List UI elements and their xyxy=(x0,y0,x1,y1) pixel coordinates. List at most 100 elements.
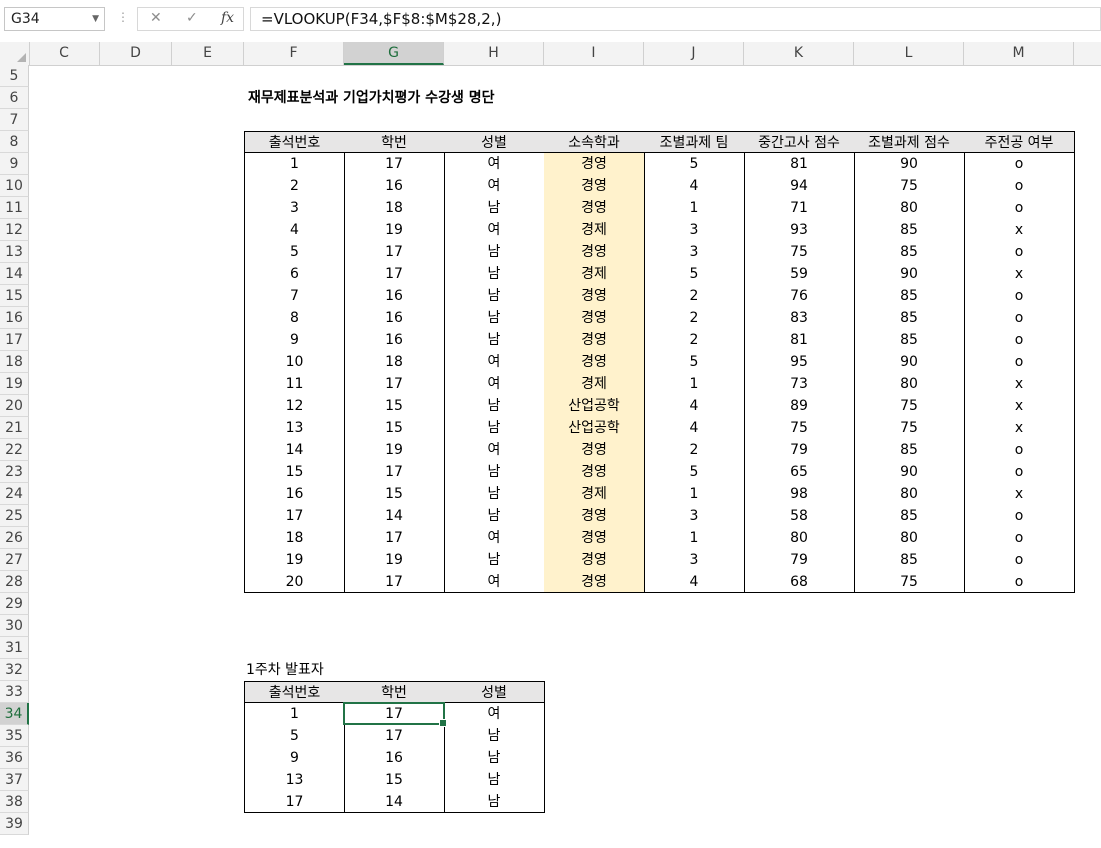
main-table-cell[interactable]: 90 xyxy=(854,351,965,373)
main-table-cell[interactable]: 90 xyxy=(854,263,965,285)
main-table-cell[interactable]: o xyxy=(964,241,1075,263)
row-header-33[interactable]: 33 xyxy=(0,681,29,703)
main-table-cell[interactable]: 94 xyxy=(744,175,855,197)
row-header-12[interactable]: 12 xyxy=(0,219,29,241)
main-table-cell[interactable]: 남 xyxy=(444,549,545,571)
sub-table-cell[interactable]: 15 xyxy=(344,769,445,791)
main-table-cell[interactable]: 59 xyxy=(744,263,855,285)
main-table-cell[interactable]: 1 xyxy=(644,373,745,395)
column-header-J[interactable]: J xyxy=(644,42,744,65)
main-table-cell[interactable]: 90 xyxy=(854,461,965,483)
main-table-cell[interactable]: o xyxy=(964,175,1075,197)
main-table-cell[interactable]: 1 xyxy=(244,153,345,175)
row-header-31[interactable]: 31 xyxy=(0,637,29,659)
main-table-cell[interactable]: 경제 xyxy=(544,219,645,241)
main-table-header-cell[interactable]: 조별과제 팀 xyxy=(644,131,745,153)
main-table-cell[interactable]: 15 xyxy=(344,483,445,505)
main-table-cell[interactable]: 16 xyxy=(344,329,445,351)
main-table-cell[interactable]: 80 xyxy=(744,527,855,549)
main-table-cell[interactable]: 18 xyxy=(344,351,445,373)
main-table-cell[interactable]: 16 xyxy=(344,175,445,197)
main-table-cell[interactable]: 11 xyxy=(244,373,345,395)
main-table-cell[interactable]: 15 xyxy=(344,417,445,439)
main-table-cell[interactable]: 경영 xyxy=(544,175,645,197)
sub-table-cell[interactable]: 5 xyxy=(244,725,345,747)
main-table-cell[interactable]: 9 xyxy=(244,329,345,351)
main-table-cell[interactable]: 18 xyxy=(344,197,445,219)
sub-table-cell[interactable]: 17 xyxy=(344,725,445,747)
main-table-cell[interactable]: o xyxy=(964,571,1075,593)
row-header-36[interactable]: 36 xyxy=(0,747,29,769)
main-table-cell[interactable]: 17 xyxy=(344,571,445,593)
sub-table-cell[interactable]: 13 xyxy=(244,769,345,791)
name-box[interactable]: G34 ▼ xyxy=(4,7,105,31)
main-table-cell[interactable]: 85 xyxy=(854,329,965,351)
main-table-cell[interactable]: o xyxy=(964,549,1075,571)
row-header-13[interactable]: 13 xyxy=(0,241,29,263)
row-header-37[interactable]: 37 xyxy=(0,769,29,791)
main-table-cell[interactable]: 83 xyxy=(744,307,855,329)
sub-table-cell[interactable]: 17 xyxy=(244,791,345,813)
row-header-18[interactable]: 18 xyxy=(0,351,29,373)
main-table-cell[interactable]: 남 xyxy=(444,285,545,307)
select-all-button[interactable] xyxy=(0,42,30,65)
main-table-cell[interactable]: 5 xyxy=(644,263,745,285)
main-table-cell[interactable]: 4 xyxy=(644,571,745,593)
main-table-cell[interactable]: o xyxy=(964,439,1075,461)
main-table-cell[interactable]: 10 xyxy=(244,351,345,373)
main-table-cell[interactable]: o xyxy=(964,197,1075,219)
main-table-cell[interactable]: 3 xyxy=(644,219,745,241)
sub-table-header-cell[interactable]: 출석번호 xyxy=(244,681,345,703)
sub-table-header-cell[interactable]: 학번 xyxy=(344,681,445,703)
main-table-cell[interactable]: 17 xyxy=(344,527,445,549)
main-table-cell[interactable]: 79 xyxy=(744,549,855,571)
main-table-cell[interactable]: 3 xyxy=(644,241,745,263)
column-header-M[interactable]: M xyxy=(964,42,1074,65)
main-table-cell[interactable]: 여 xyxy=(444,219,545,241)
main-table-cell[interactable]: 19 xyxy=(344,549,445,571)
main-table-cell[interactable]: 76 xyxy=(744,285,855,307)
row-header-5[interactable]: 5 xyxy=(0,65,29,87)
main-table-cell[interactable]: 4 xyxy=(644,417,745,439)
row-header-38[interactable]: 38 xyxy=(0,791,29,813)
main-table-cell[interactable]: 3 xyxy=(644,505,745,527)
main-table-cell[interactable]: 여 xyxy=(444,351,545,373)
main-table-cell[interactable]: 경제 xyxy=(544,263,645,285)
row-header-25[interactable]: 25 xyxy=(0,505,29,527)
row-header-9[interactable]: 9 xyxy=(0,153,29,175)
row-header-14[interactable]: 14 xyxy=(0,263,29,285)
main-table-cell[interactable]: 15 xyxy=(244,461,345,483)
main-table-cell[interactable]: 80 xyxy=(854,373,965,395)
main-table-cell[interactable]: 여 xyxy=(444,175,545,197)
main-table-cell[interactable]: 17 xyxy=(344,263,445,285)
main-table-cell[interactable]: 3 xyxy=(644,549,745,571)
row-header-27[interactable]: 27 xyxy=(0,549,29,571)
main-table-cell[interactable]: 남 xyxy=(444,505,545,527)
main-table-cell[interactable]: 남 xyxy=(444,395,545,417)
main-table-cell[interactable]: 남 xyxy=(444,417,545,439)
main-table-cell[interactable]: o xyxy=(964,307,1075,329)
main-table-cell[interactable]: 5 xyxy=(644,351,745,373)
main-table-cell[interactable]: 17 xyxy=(344,373,445,395)
main-table-cell[interactable]: 93 xyxy=(744,219,855,241)
main-table-cell[interactable]: 4 xyxy=(644,395,745,417)
main-table-cell[interactable]: x xyxy=(964,219,1075,241)
row-header-15[interactable]: 15 xyxy=(0,285,29,307)
main-table-cell[interactable]: 75 xyxy=(854,417,965,439)
main-table-cell[interactable]: 5 xyxy=(244,241,345,263)
main-table-cell[interactable]: 남 xyxy=(444,263,545,285)
row-header-16[interactable]: 16 xyxy=(0,307,29,329)
main-table-cell[interactable]: 75 xyxy=(744,417,855,439)
main-table-cell[interactable]: 80 xyxy=(854,197,965,219)
main-table-cell[interactable]: 98 xyxy=(744,483,855,505)
main-table-cell[interactable]: 4 xyxy=(244,219,345,241)
column-header-partial[interactable] xyxy=(1074,42,1101,65)
column-header-L[interactable]: L xyxy=(854,42,964,65)
row-header-8[interactable]: 8 xyxy=(0,131,29,153)
main-table-cell[interactable]: 경영 xyxy=(544,505,645,527)
column-header-K[interactable]: K xyxy=(744,42,854,65)
row-header-29[interactable]: 29 xyxy=(0,593,29,615)
main-table-cell[interactable]: x xyxy=(964,395,1075,417)
row-header-28[interactable]: 28 xyxy=(0,571,29,593)
main-table-cell[interactable]: 5 xyxy=(644,461,745,483)
